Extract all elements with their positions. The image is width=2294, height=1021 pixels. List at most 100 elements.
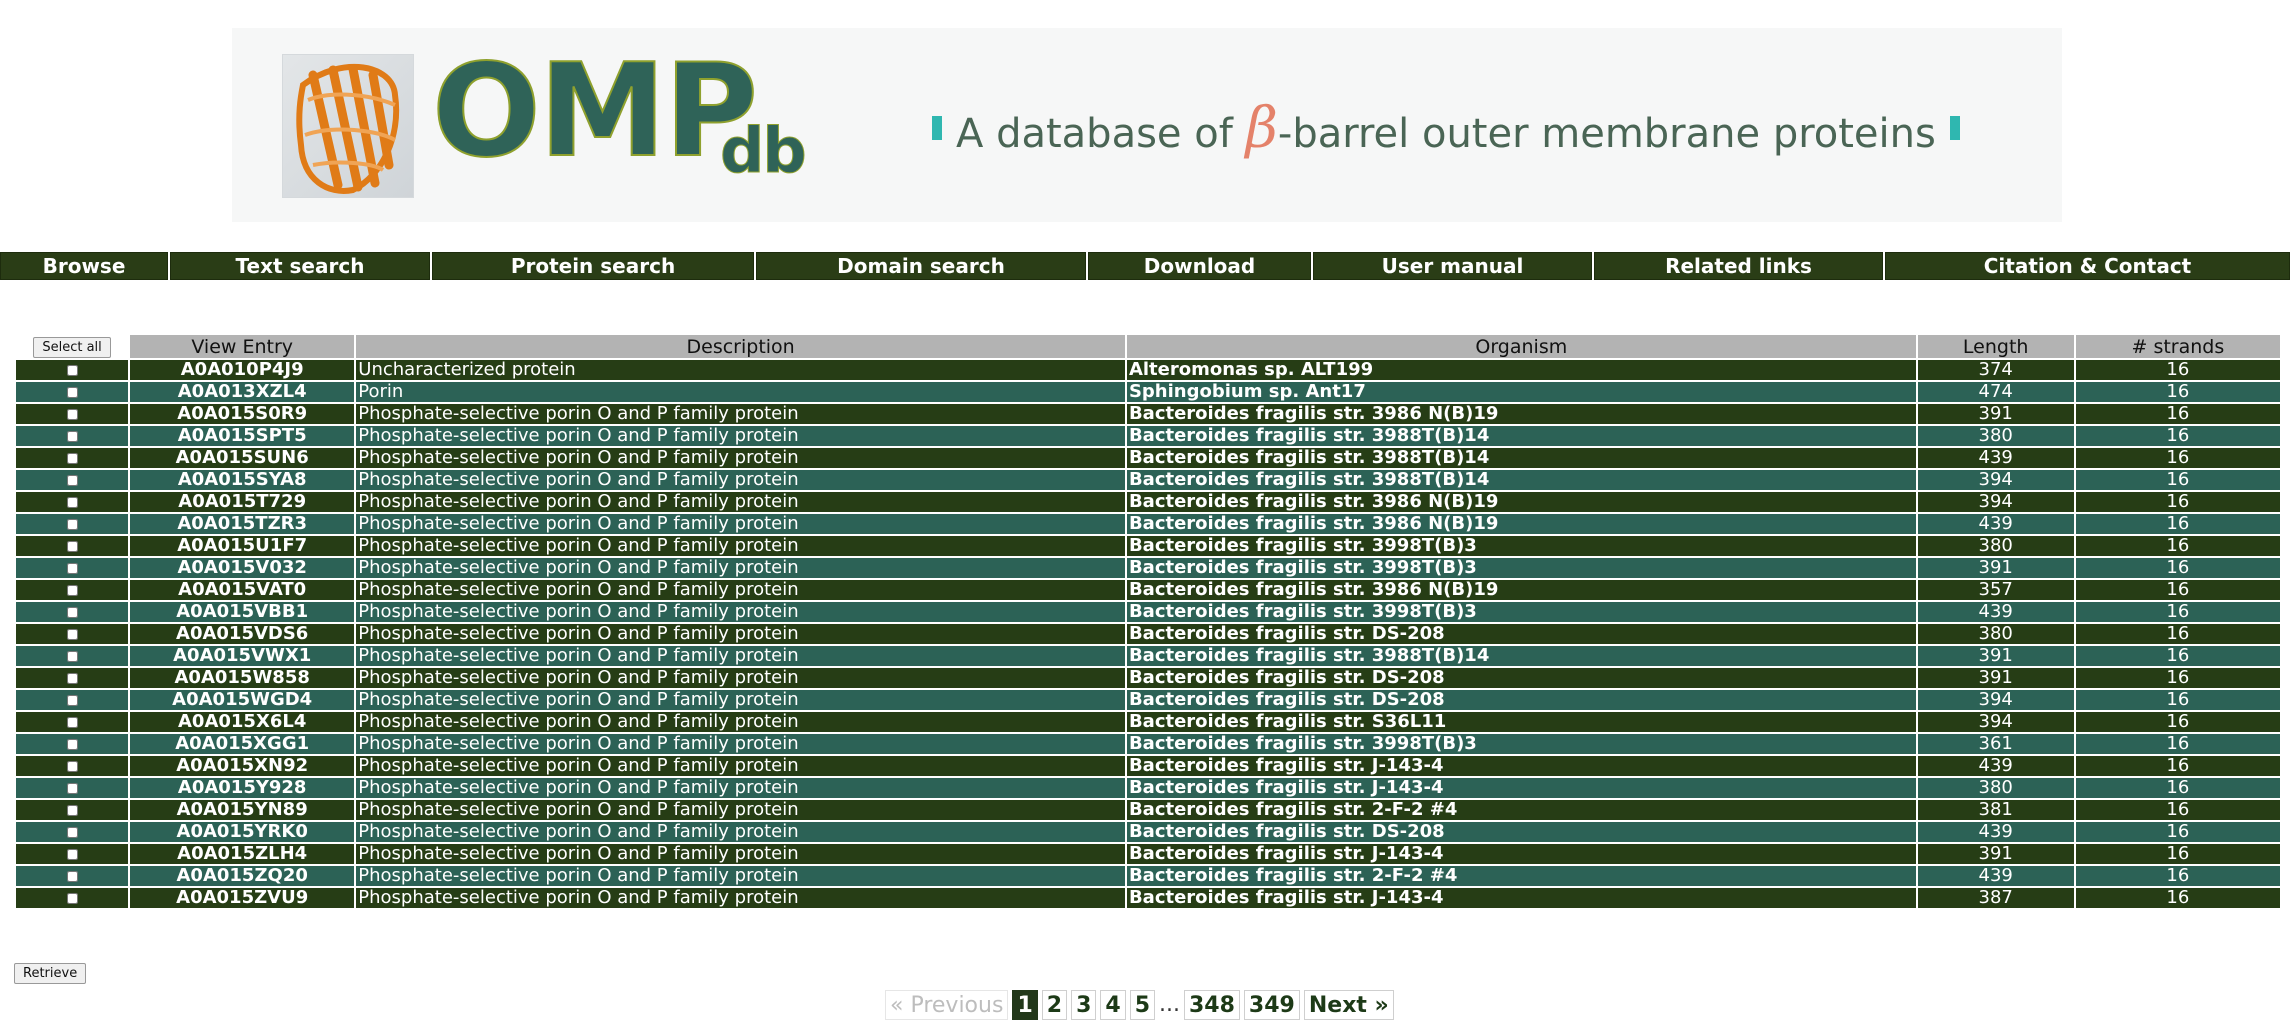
description-cell: Phosphate-selective porin O and P family… [356,822,1125,842]
entry-link[interactable]: A0A010P4J9 [130,360,355,380]
nav-browse[interactable]: Browse [0,252,168,280]
row-checkbox[interactable] [66,628,78,640]
row-checkbox[interactable] [66,826,78,838]
row-select-cell [16,382,129,402]
strands-cell: 16 [2075,470,2280,490]
row-checkbox[interactable] [66,584,78,596]
row-select-cell [16,800,129,820]
table-row: A0A015ZLH4 Phosphate-selective porin O an… [16,844,2280,864]
pager-page-3[interactable]: 3 [1071,990,1097,1020]
entry-link[interactable]: A0A015U1F7 [130,536,355,556]
entry-link[interactable]: A0A015VDS6 [130,624,355,644]
entry-link[interactable]: A0A015WGD4 [130,690,355,710]
entry-link[interactable]: A0A015ZVU9 [130,888,355,908]
entry-link[interactable]: A0A015SPT5 [130,426,355,446]
description-cell: Phosphate-selective porin O and P family… [356,514,1125,534]
row-checkbox[interactable] [66,716,78,728]
row-checkbox[interactable] [66,804,78,816]
length-cell: 474 [1917,382,2074,402]
select-all-button[interactable]: Select all [33,337,111,358]
header-view-entry[interactable]: View Entry [130,335,355,358]
header-strands[interactable]: # strands [2075,335,2280,358]
row-checkbox[interactable] [66,386,78,398]
strands-cell: 16 [2075,712,2280,732]
nav-text-search[interactable]: Text search [170,252,430,280]
entry-link[interactable]: A0A015S0R9 [130,404,355,424]
entry-link[interactable]: A0A015SUN6 [130,448,355,468]
length-cell: 394 [1917,712,2074,732]
nav-related-links[interactable]: Related links [1594,252,1883,280]
entry-link[interactable]: A0A015TZR3 [130,514,355,534]
entry-link[interactable]: A0A015T729 [130,492,355,512]
row-select-cell [16,514,129,534]
organism-cell: Bacteroides fragilis str. J-143-4 [1126,888,1916,908]
entry-link[interactable]: A0A015ZLH4 [130,844,355,864]
pager-page-2[interactable]: 2 [1041,990,1068,1020]
pager-page-4[interactable]: 4 [1100,990,1126,1020]
header-organism[interactable]: Organism [1126,335,1916,358]
entry-link[interactable]: A0A015YN89 [130,800,355,820]
row-checkbox[interactable] [66,672,78,684]
row-checkbox[interactable] [66,540,78,552]
table-row: A0A015VAT0 Phosphate-selective porin O an… [16,580,2280,600]
row-checkbox[interactable] [66,364,78,376]
row-checkbox[interactable] [66,606,78,618]
row-checkbox[interactable] [66,782,78,794]
entry-link[interactable]: A0A015W858 [130,668,355,688]
length-cell: 361 [1917,734,2074,754]
table-row: A0A015T729 Phosphate-selective porin O an… [16,492,2280,512]
entry-link[interactable]: A0A015VAT0 [130,580,355,600]
nav-citation-contact[interactable]: Citation & Contact [1885,252,2290,280]
row-checkbox[interactable] [66,848,78,860]
pager-page-348[interactable]: 348 [1183,990,1240,1020]
organism-cell: Bacteroides fragilis str. DS-208 [1126,822,1916,842]
entry-link[interactable]: A0A015Y928 [130,778,355,798]
entry-link[interactable]: A0A015YRK0 [130,822,355,842]
row-checkbox[interactable] [66,430,78,442]
row-checkbox[interactable] [66,518,78,530]
header-description[interactable]: Description [356,335,1125,358]
organism-cell: Bacteroides fragilis str. DS-208 [1126,624,1916,644]
pager-page-349[interactable]: 349 [1243,990,1300,1020]
row-checkbox[interactable] [66,870,78,882]
entry-link[interactable]: A0A015XN92 [130,756,355,776]
table-body: A0A010P4J9 Uncharacterized protein Alterom… [16,360,2280,908]
description-cell: Phosphate-selective porin O and P family… [356,866,1125,886]
entry-link[interactable]: A0A015VBB1 [130,602,355,622]
row-checkbox[interactable] [66,408,78,420]
pager-page-5[interactable]: 5 [1129,990,1155,1020]
row-checkbox[interactable] [66,694,78,706]
row-checkbox[interactable] [66,562,78,574]
logo-db-text: db [720,114,808,187]
entry-link[interactable]: A0A015XGG1 [130,734,355,754]
description-cell: Phosphate-selective porin O and P family… [356,756,1125,776]
nav-download[interactable]: Download [1088,252,1311,280]
strands-cell: 16 [2075,602,2280,622]
row-checkbox[interactable] [66,452,78,464]
row-checkbox[interactable] [66,496,78,508]
row-checkbox[interactable] [66,892,78,904]
length-cell: 391 [1917,668,2074,688]
entry-link[interactable]: A0A013XZL4 [130,382,355,402]
row-checkbox[interactable] [66,760,78,772]
row-checkbox[interactable] [66,738,78,750]
row-checkbox[interactable] [66,650,78,662]
length-cell: 381 [1917,800,2074,820]
entry-link[interactable]: A0A015VWX1 [130,646,355,666]
retrieve-button[interactable]: Retrieve [14,963,87,984]
row-checkbox[interactable] [66,474,78,486]
nav-domain-search[interactable]: Domain search [756,252,1086,280]
row-select-cell [16,712,129,732]
pager-next[interactable]: Next » [1303,990,1394,1020]
pager-page-1[interactable]: 1 [1012,990,1038,1020]
entry-link[interactable]: A0A015SYA8 [130,470,355,490]
organism-cell: Bacteroides fragilis str. 3988T(B)14 [1126,646,1916,666]
entry-link[interactable]: A0A015V032 [130,558,355,578]
entry-link[interactable]: A0A015ZQ20 [130,866,355,886]
nav-protein-search[interactable]: Protein search [432,252,754,280]
description-cell: Phosphate-selective porin O and P family… [356,602,1125,622]
nav-user-manual[interactable]: User manual [1313,252,1592,280]
header-length[interactable]: Length [1917,335,2074,358]
entry-link[interactable]: A0A015X6L4 [130,712,355,732]
row-select-cell [16,734,129,754]
